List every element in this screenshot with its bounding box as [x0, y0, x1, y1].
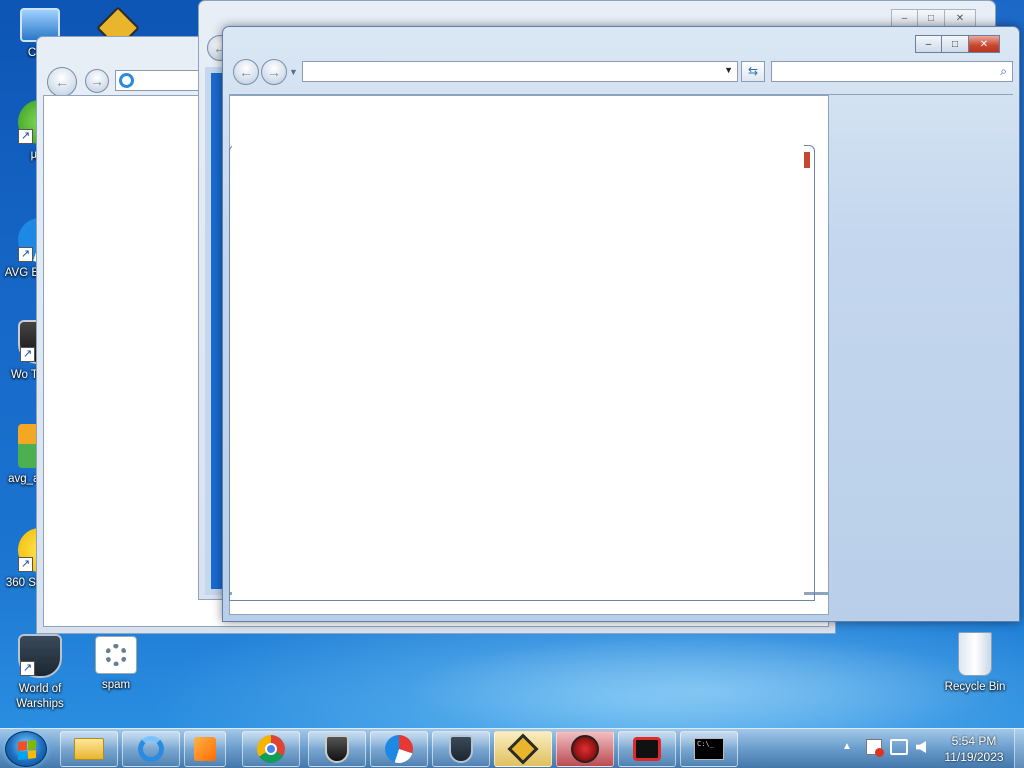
shortcut-arrow-icon: ↗ [20, 347, 35, 362]
taskbar-media-player[interactable] [184, 731, 226, 767]
recorder-icon [633, 737, 661, 761]
taskbar-game-center[interactable] [494, 731, 552, 767]
window-controls: – □ ✕ [891, 9, 976, 27]
recycle-bin-icon [958, 632, 992, 676]
show-desktop-button[interactable] [1014, 729, 1024, 768]
history-dropdown-icon[interactable]: ▼ [289, 67, 298, 77]
tank-icon [325, 735, 349, 763]
avg-browser-icon [385, 735, 413, 763]
forward-button[interactable]: → [261, 59, 287, 85]
clock-time: 5:54 PM [951, 734, 997, 748]
desktop-icon-label: Recycle Bin [944, 681, 1006, 693]
shortcut-arrow-icon: ↗ [20, 661, 35, 676]
minimize-button[interactable]: – [915, 35, 942, 53]
taskbar-internet-explorer[interactable] [122, 731, 180, 767]
world-of-warships-icon: ↗ [18, 634, 62, 678]
window-controls: – □ ✕ [915, 35, 1000, 53]
shortcut-arrow-icon: ↗ [18, 129, 33, 144]
desktop-icon-label: World of Warships [16, 683, 64, 710]
desktop-icon-recycle-bin[interactable]: Recycle Bin [937, 632, 1013, 695]
ie-icon [119, 73, 134, 88]
desktop-icon-world-of-warships[interactable]: ↗ World of Warships [2, 634, 78, 712]
address-bar[interactable]: ▼ [302, 61, 738, 82]
refresh-button[interactable]: ⇆ [741, 61, 765, 82]
dialog-content [232, 97, 804, 595]
game-center-icon [507, 733, 539, 765]
taskbar: C:\_ ▲ 5:54 PM 11/19/2023 [0, 728, 1024, 768]
windows-logo-icon [18, 740, 36, 760]
maximize-button[interactable]: □ [918, 9, 945, 27]
desktop: Com ↗ µTo ↗ AVG Bro ↗ Wo Ta avg_an ↗ 360… [0, 0, 1024, 728]
network-icon[interactable] [890, 739, 908, 755]
shortcut-arrow-icon: ↗ [18, 557, 33, 572]
action-center-icon[interactable] [866, 739, 884, 757]
cmd-icon: C:\_ [694, 738, 724, 760]
clock[interactable]: 5:54 PM 11/19/2023 [930, 733, 1018, 765]
settings-file-icon [95, 636, 137, 674]
close-button[interactable]: ✕ [945, 9, 976, 27]
desktop-icon-label: spam [101, 679, 131, 691]
taskbar-world-of-tanks[interactable] [308, 731, 366, 767]
tab-strip [229, 87, 1013, 95]
maximize-button[interactable]: □ [942, 35, 969, 53]
back-button[interactable]: ← [47, 67, 77, 97]
warship-icon [449, 735, 473, 763]
taskbar-avg-browser[interactable] [370, 731, 428, 767]
forward-button[interactable]: → [85, 69, 109, 93]
taskbar-screen-recorder[interactable] [618, 731, 676, 767]
volume-muted-icon[interactable] [916, 741, 926, 753]
taskbar-file-explorer[interactable] [60, 731, 118, 767]
taskbar-world-of-warships[interactable] [432, 731, 490, 767]
ie-icon [138, 736, 164, 762]
minimize-button[interactable]: – [891, 9, 918, 27]
media-player-icon [194, 737, 216, 761]
taskbar-security-app[interactable] [556, 731, 614, 767]
search-box[interactable]: ⌕ [771, 61, 1013, 82]
taskbar-command-prompt[interactable]: C:\_ [680, 731, 738, 767]
start-button[interactable] [5, 731, 47, 767]
browser-window-front[interactable]: – □ ✕ ← → ▼ ▼ ⇆ ⌕ [222, 26, 1020, 622]
address-dropdown-icon[interactable]: ▼ [724, 65, 733, 75]
clock-date: 11/19/2023 [944, 750, 1004, 764]
security-icon [571, 735, 599, 763]
close-button[interactable]: ✕ [969, 35, 1000, 53]
chrome-icon [257, 735, 285, 763]
shortcut-arrow-icon: ↗ [18, 247, 33, 262]
search-icon[interactable]: ⌕ [1000, 64, 1007, 79]
folder-icon [74, 738, 104, 760]
back-button[interactable]: ← [233, 59, 259, 85]
show-hidden-icons-button[interactable]: ▲ [842, 741, 852, 768]
taskbar-chrome[interactable] [242, 731, 300, 767]
desktop-icon-spam[interactable]: spam [78, 636, 154, 693]
